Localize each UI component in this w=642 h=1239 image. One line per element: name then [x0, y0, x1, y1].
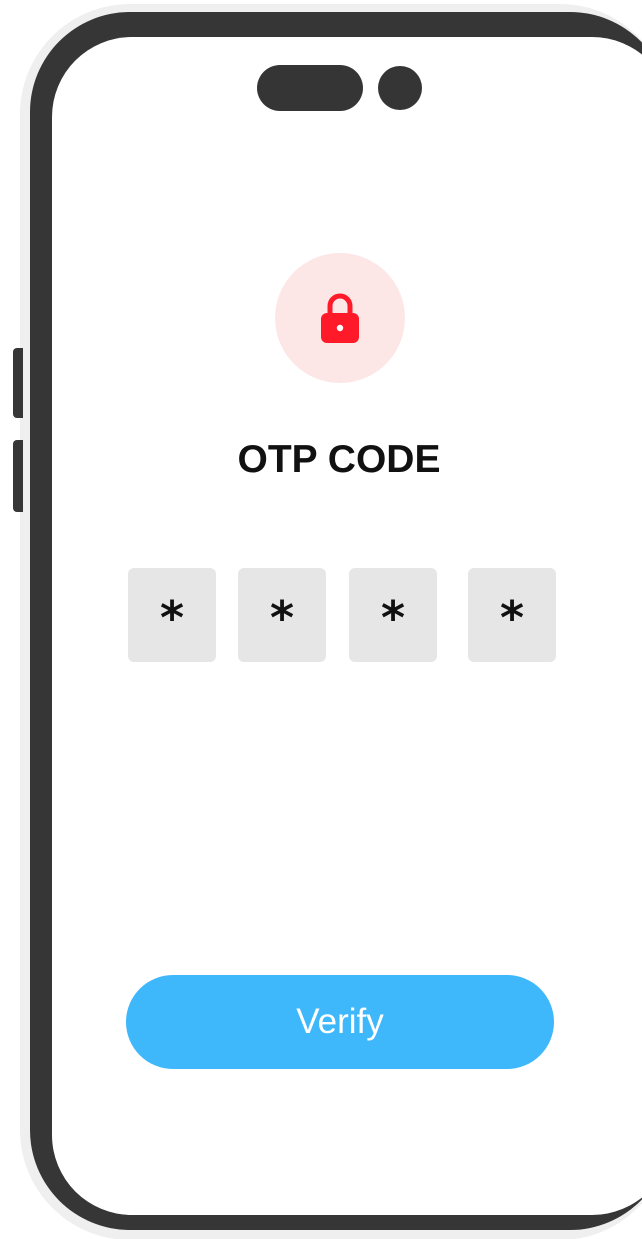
lock-icon	[321, 293, 359, 343]
dynamic-island	[257, 65, 363, 111]
front-camera	[378, 66, 422, 110]
lock-badge	[275, 253, 405, 383]
otp-digit-3[interactable]: *	[349, 568, 437, 662]
device-mockup: OTP CODE * * * * Verify	[0, 0, 642, 1239]
verify-button[interactable]: Verify	[126, 975, 554, 1069]
otp-digit-4[interactable]: *	[468, 568, 556, 662]
verify-button-label: Verify	[296, 1002, 384, 1041]
otp-digit-1[interactable]: *	[128, 568, 216, 662]
volume-down-button	[13, 440, 23, 512]
otp-digit-2[interactable]: *	[238, 568, 326, 662]
page-title: OTP CODE	[237, 438, 441, 481]
volume-up-button	[13, 348, 23, 418]
